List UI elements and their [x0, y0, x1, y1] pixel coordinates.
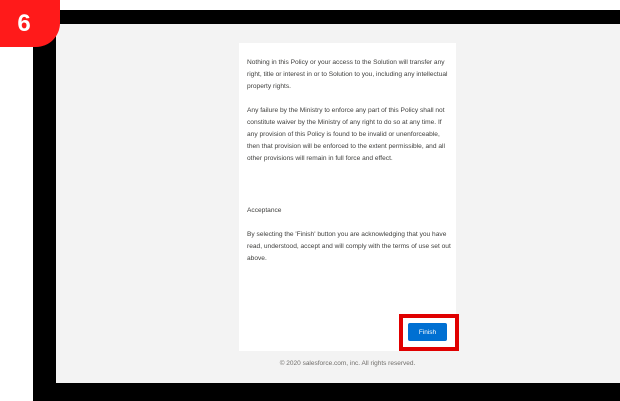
copyright-footer: © 2020 salesforce.com, inc. All rights r…	[279, 360, 416, 367]
finish-button[interactable]: Finish	[408, 323, 447, 341]
acceptance-heading: Acceptance	[247, 207, 282, 214]
policy-content: Nothing in this Policy or your access to…	[247, 57, 452, 277]
step-number-badge: 6	[0, 0, 60, 47]
acceptance-text: By selecting the 'Finish' button you are…	[247, 231, 451, 262]
policy-paragraph: Any failure by the Ministry to enforce a…	[247, 107, 445, 162]
policy-paragraph: Nothing in this Policy or your access to…	[247, 59, 448, 90]
